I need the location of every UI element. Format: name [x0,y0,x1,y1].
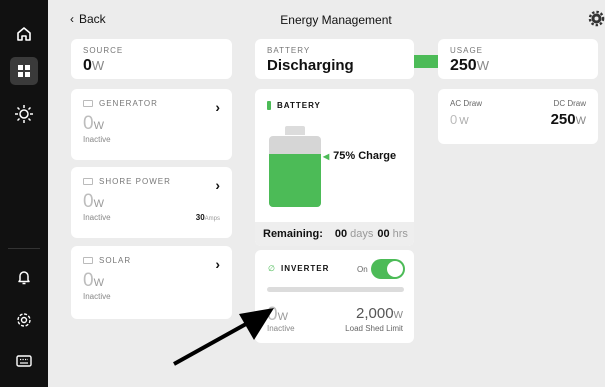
annotation-arrow [173,308,274,366]
inverter-limit-unit: W [393,310,403,321]
inverter-card: ∅ INVERTER On 0W Inactive 2,000W Load Sh… [255,250,414,343]
settings-icon[interactable] [12,308,36,332]
solar-value: 0 [83,270,94,291]
shore-power-card[interactable]: SHORE POWER › 0W Inactive 30Amps [71,167,232,238]
battery-label: BATTERY [277,101,321,110]
chevron-right-icon: › [215,177,220,193]
bell-icon[interactable] [12,265,36,289]
ac-draw-unit: W [459,116,469,127]
dashboard-icon[interactable] [10,57,38,85]
generator-card[interactable]: GENERATOR › 0W Inactive [71,89,232,160]
inverter-toggle-label: On [357,265,368,274]
generator-icon [83,100,93,107]
generator-value: 0 [83,113,94,134]
shore-power-amps: 30 [195,213,205,222]
chevron-right-icon: › [215,256,220,272]
usage-value: 250 [450,57,477,74]
inverter-load-bar [267,287,404,292]
remaining-label: Remaining: [263,228,323,240]
chevron-right-icon: › [215,99,220,115]
battery-status-card: BATTERY Discharging [255,39,414,79]
solar-panel-icon [83,257,93,264]
usage-unit: W [476,58,489,73]
battery-status-caption: BATTERY [267,46,311,55]
usage-caption: USAGE [450,46,484,55]
source-value: 0 [83,57,92,74]
ac-draw-value: 0 [450,112,458,127]
source-card: SOURCE 0W [71,39,232,79]
sidebar [0,0,48,387]
shore-power-status: Inactive [83,213,111,222]
solar-unit: W [93,277,104,289]
sun-icon[interactable] [12,102,36,126]
remaining-days-unit: days [350,228,374,240]
battery-graphic [269,136,321,207]
page-title: Energy Management [280,13,392,27]
inverter-limit-label: Load Shed Limit [345,324,403,333]
dc-draw-label: DC Draw [553,99,586,108]
source-caption: SOURCE [83,46,124,55]
ac-draw-label: AC Draw [450,99,483,108]
inverter-limit-value: 2,000 [356,305,394,322]
keyboard-icon[interactable] [12,349,36,373]
sidebar-divider [8,248,40,249]
remaining-days-value: 00 [334,228,348,240]
generator-status: Inactive [83,135,111,144]
remaining-hrs-value: 00 [377,228,390,240]
shore-power-value: 0 [83,191,94,212]
draw-card: AC Draw DC Draw 0W 250W [438,89,598,144]
dc-draw-unit: W [575,115,586,127]
gear-icon[interactable] [588,10,605,27]
inverter-unit: W [277,311,288,323]
generator-label: GENERATOR [99,99,158,108]
remaining-hrs-unit: hrs [392,228,408,240]
inverter-icon: ∅ [268,264,275,273]
shore-power-label: SHORE POWER [99,177,171,186]
dc-draw-value: 250 [550,111,576,128]
battery-small-icon [267,101,271,110]
battery-graphic-cap [285,126,305,135]
pointer-left-icon: ◀ [323,151,330,161]
usage-card: USAGE 250W [438,39,598,79]
generator-unit: W [93,120,104,132]
inverter-label: INVERTER [280,264,330,273]
toggle-knob [387,261,403,277]
plug-icon [83,178,93,185]
shore-power-amps-unit: Amps [204,216,220,222]
remaining-bar: Remaining: 00 days 00 hrs [255,222,414,246]
inverter-toggle[interactable] [371,259,405,279]
solar-label: SOLAR [99,256,132,265]
battery-charge-text: 75% Charge [333,150,397,162]
battery-status-state: Discharging [267,57,354,74]
source-unit: W [91,58,105,73]
battery-charge-fill [269,153,321,207]
shore-power-unit: W [93,198,104,210]
flow-connector [414,55,438,68]
battery-card: BATTERY ◀ 75% Charge Remaining: 00 days … [255,89,414,246]
